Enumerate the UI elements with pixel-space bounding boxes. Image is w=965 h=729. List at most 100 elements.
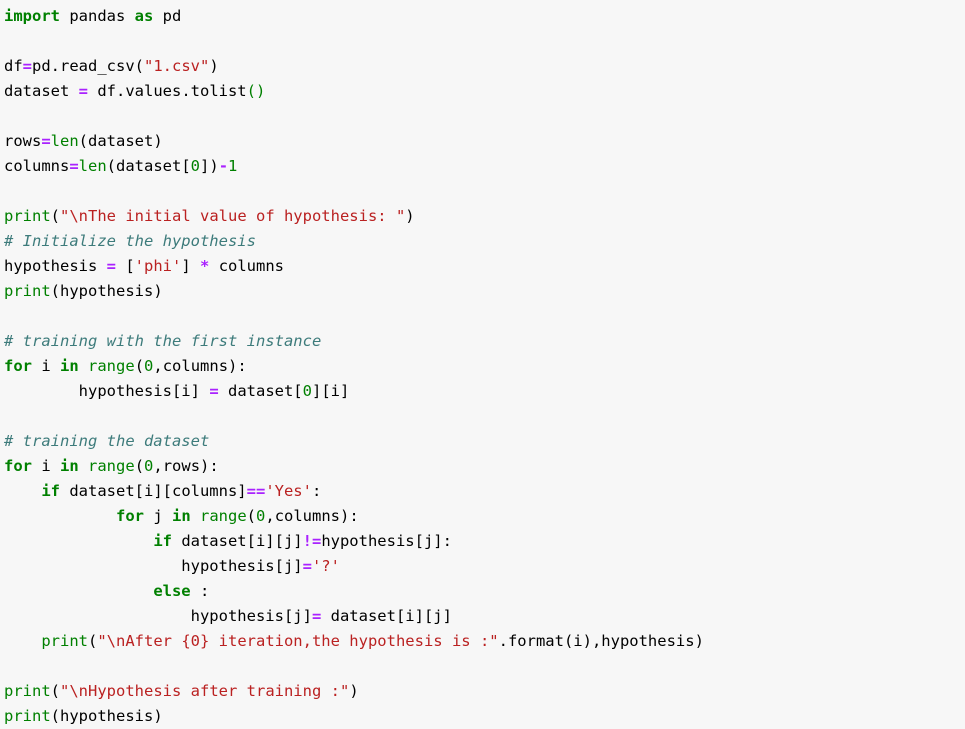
code-token-num: 0 xyxy=(144,457,154,475)
code-token-op: = xyxy=(69,157,79,175)
code-line: rows=len(dataset) xyxy=(4,129,965,154)
code-token-pl: ( xyxy=(246,507,257,525)
code-line: columns=len(dataset[0])-1 xyxy=(4,154,965,179)
code-token-op: = xyxy=(302,557,312,575)
code-token-pl: hypothesis[j] xyxy=(4,557,303,575)
code-token-pl: columns xyxy=(209,257,285,275)
code-line: else : xyxy=(4,579,965,604)
code-token-pl: ,columns): xyxy=(153,357,247,375)
code-token-bi: print xyxy=(4,207,51,225)
code-token-pl: ]) xyxy=(200,157,219,175)
code-line: ​ xyxy=(4,29,965,54)
code-line: if dataset[i][j]!=hypothesis[j]: xyxy=(4,529,965,554)
code-token-pl: hypothesis xyxy=(4,257,107,275)
code-token-kw: if xyxy=(41,482,60,500)
code-token-pl: dataset[i][j] xyxy=(321,607,452,625)
code-token-kw: in xyxy=(171,507,191,525)
code-token-pl: ( xyxy=(134,357,145,375)
code-token-pl: pd.read_csv( xyxy=(32,57,144,75)
code-token-pl: ( xyxy=(134,457,145,475)
code-token-op: = xyxy=(22,57,33,75)
code-token-kw: import xyxy=(4,7,60,25)
code-token-num: 0 xyxy=(302,382,312,400)
code-token-com: # training with the first instance xyxy=(4,332,322,350)
code-token-kw: in xyxy=(60,357,79,375)
code-token-com: # training the dataset xyxy=(4,432,210,450)
code-line: hypothesis[j]='?' xyxy=(4,554,965,579)
code-token-pl: df xyxy=(4,57,23,75)
code-token-num: 1 xyxy=(228,157,238,175)
code-token-op: * xyxy=(200,257,210,275)
code-token-pl: hypothesis[j] xyxy=(4,607,312,625)
code-token-op: = xyxy=(41,132,51,150)
code-token-kw: in xyxy=(60,457,79,475)
code-token-pl: hypothesis[j]: xyxy=(321,532,452,550)
code-line: ​ xyxy=(4,404,965,429)
code-token-pl: hypothesis[i] xyxy=(4,382,210,400)
code-line: hypothesis[i] = dataset[0][i] xyxy=(4,379,965,404)
code-token-pl: (hypothesis) xyxy=(50,282,163,300)
code-token-pl: ) xyxy=(349,682,359,700)
code-token-pl: dataset[i][j] xyxy=(171,532,303,550)
code-token-op: - xyxy=(218,157,229,175)
code-token-pl: ][i] xyxy=(312,382,350,400)
code-line: # Initialize the hypothesis xyxy=(4,229,965,254)
code-line: print("\nHypothesis after training :") xyxy=(4,679,965,704)
code-line: df=pd.read_csv("1.csv") xyxy=(4,54,965,79)
code-token-pl: ] xyxy=(181,257,201,275)
code-line: for i in range(0,rows): xyxy=(4,454,965,479)
code-token-op: = xyxy=(209,382,219,400)
code-token-bi: range xyxy=(88,357,135,375)
code-line: ​ xyxy=(4,654,965,679)
code-token-pl: i xyxy=(32,357,60,375)
code-token-bi: len xyxy=(78,157,107,175)
code-token-pl: : xyxy=(311,482,322,500)
code-line: hypothesis = ['phi'] * columns xyxy=(4,254,965,279)
code-token-pl: [ xyxy=(116,257,135,275)
code-token-com: # Initialize the hypothesis xyxy=(4,232,256,250)
code-token-pl: (dataset[ xyxy=(106,157,191,175)
code-line: if dataset[i][columns]=='Yes': xyxy=(4,479,965,504)
code-token-num: 0 xyxy=(190,157,201,175)
code-token-pl: rows xyxy=(4,132,42,150)
code-token-op: = xyxy=(311,607,322,625)
code-token-par: () xyxy=(246,82,266,100)
code-token-str: "1.csv" xyxy=(144,57,210,75)
code-line: print("\nAfter {0} iteration,the hypothe… xyxy=(4,629,965,654)
code-token-pl: df.values.tolist xyxy=(88,82,247,100)
code-listing[interactable]: import pandas as pd​df=pd.read_csv("1.cs… xyxy=(0,0,965,729)
code-token-kw: for xyxy=(4,357,32,375)
code-token-op: = xyxy=(78,82,88,100)
code-token-str: 'phi' xyxy=(134,257,182,275)
code-token-bi: len xyxy=(50,132,79,150)
code-token-bi: range xyxy=(200,507,247,525)
code-token-pl: ( xyxy=(88,632,98,650)
code-token-str: '?' xyxy=(311,557,340,575)
code-token-pl: dataset xyxy=(4,82,79,100)
code-token-str: "\nHypothesis after training :" xyxy=(60,682,350,700)
code-token-pl: ( xyxy=(50,207,61,225)
code-token-op: = xyxy=(106,257,116,275)
code-line: import pandas as pd xyxy=(4,4,965,29)
code-line: ​ xyxy=(4,104,965,129)
code-token-op: != xyxy=(302,532,322,550)
code-line: for i in range(0,columns): xyxy=(4,354,965,379)
code-token-bi: print xyxy=(4,282,51,300)
code-token-pl: (dataset) xyxy=(78,132,163,150)
code-token-pl: ( xyxy=(50,682,61,700)
code-token-pl: j xyxy=(143,507,172,525)
code-token-pl: ,rows): xyxy=(153,457,219,475)
code-line: hypothesis[j]= dataset[i][j] xyxy=(4,604,965,629)
code-token-pl: .format(i),hypothesis) xyxy=(498,632,704,650)
code-token-pl: dataset[ xyxy=(218,382,303,400)
code-line: # training the dataset xyxy=(4,429,965,454)
code-token-pl: pd xyxy=(153,7,182,25)
code-line: # training with the first instance xyxy=(4,329,965,354)
